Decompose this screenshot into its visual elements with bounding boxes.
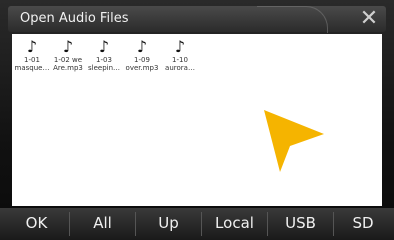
file-item[interactable]: ♪ 1-09 over.mp3: [124, 37, 160, 73]
music-note-icon: ♪: [174, 37, 186, 56]
music-note-icon: ♪: [62, 37, 74, 56]
usb-button[interactable]: USB: [268, 208, 333, 240]
file-name-line2: aurora…: [165, 64, 195, 72]
music-note-icon: ♪: [26, 37, 38, 56]
file-item[interactable]: ♪ 1-02 we Are.mp3: [50, 37, 86, 73]
file-name-line1: 1-03: [96, 56, 112, 64]
ok-button[interactable]: OK: [4, 208, 69, 240]
title-bar: Open Audio Files ✕: [8, 6, 386, 33]
dialog-title: Open Audio Files: [20, 11, 129, 26]
file-name-line1: 1-01: [24, 56, 40, 64]
all-button[interactable]: All: [70, 208, 135, 240]
file-name-line1: 1-10: [172, 56, 188, 64]
close-icon[interactable]: ✕: [356, 6, 382, 32]
local-button[interactable]: Local: [202, 208, 267, 240]
file-name-line1: 1-09: [134, 56, 150, 64]
pointer-cursor-icon: [264, 110, 324, 172]
music-note-icon: ♪: [98, 37, 110, 56]
sd-button[interactable]: SD: [334, 208, 392, 240]
dialog-frame: Open Audio Files ✕ ♪ 1-01 masque… ♪ 1-02…: [0, 0, 394, 240]
file-item[interactable]: ♪ 1-10 aurora…: [162, 37, 198, 73]
file-item[interactable]: ♪ 1-03 sleepin…: [86, 37, 122, 73]
file-item[interactable]: ♪ 1-01 masque…: [14, 37, 50, 73]
file-name-line1: 1-02 we: [53, 56, 83, 64]
file-name-line2: over.mp3: [125, 64, 159, 72]
music-note-icon: ♪: [136, 37, 148, 56]
title-decoration: [257, 6, 328, 33]
file-name-line2: sleepin…: [87, 64, 121, 72]
file-list[interactable]: ♪ 1-01 masque… ♪ 1-02 we Are.mp3 ♪ 1-03 …: [12, 34, 382, 206]
file-name-line2: Are.mp3: [53, 64, 83, 72]
file-name-line2: masque…: [14, 64, 50, 72]
bottom-toolbar: OK All Up Local USB SD: [0, 208, 394, 240]
up-button[interactable]: Up: [136, 208, 201, 240]
